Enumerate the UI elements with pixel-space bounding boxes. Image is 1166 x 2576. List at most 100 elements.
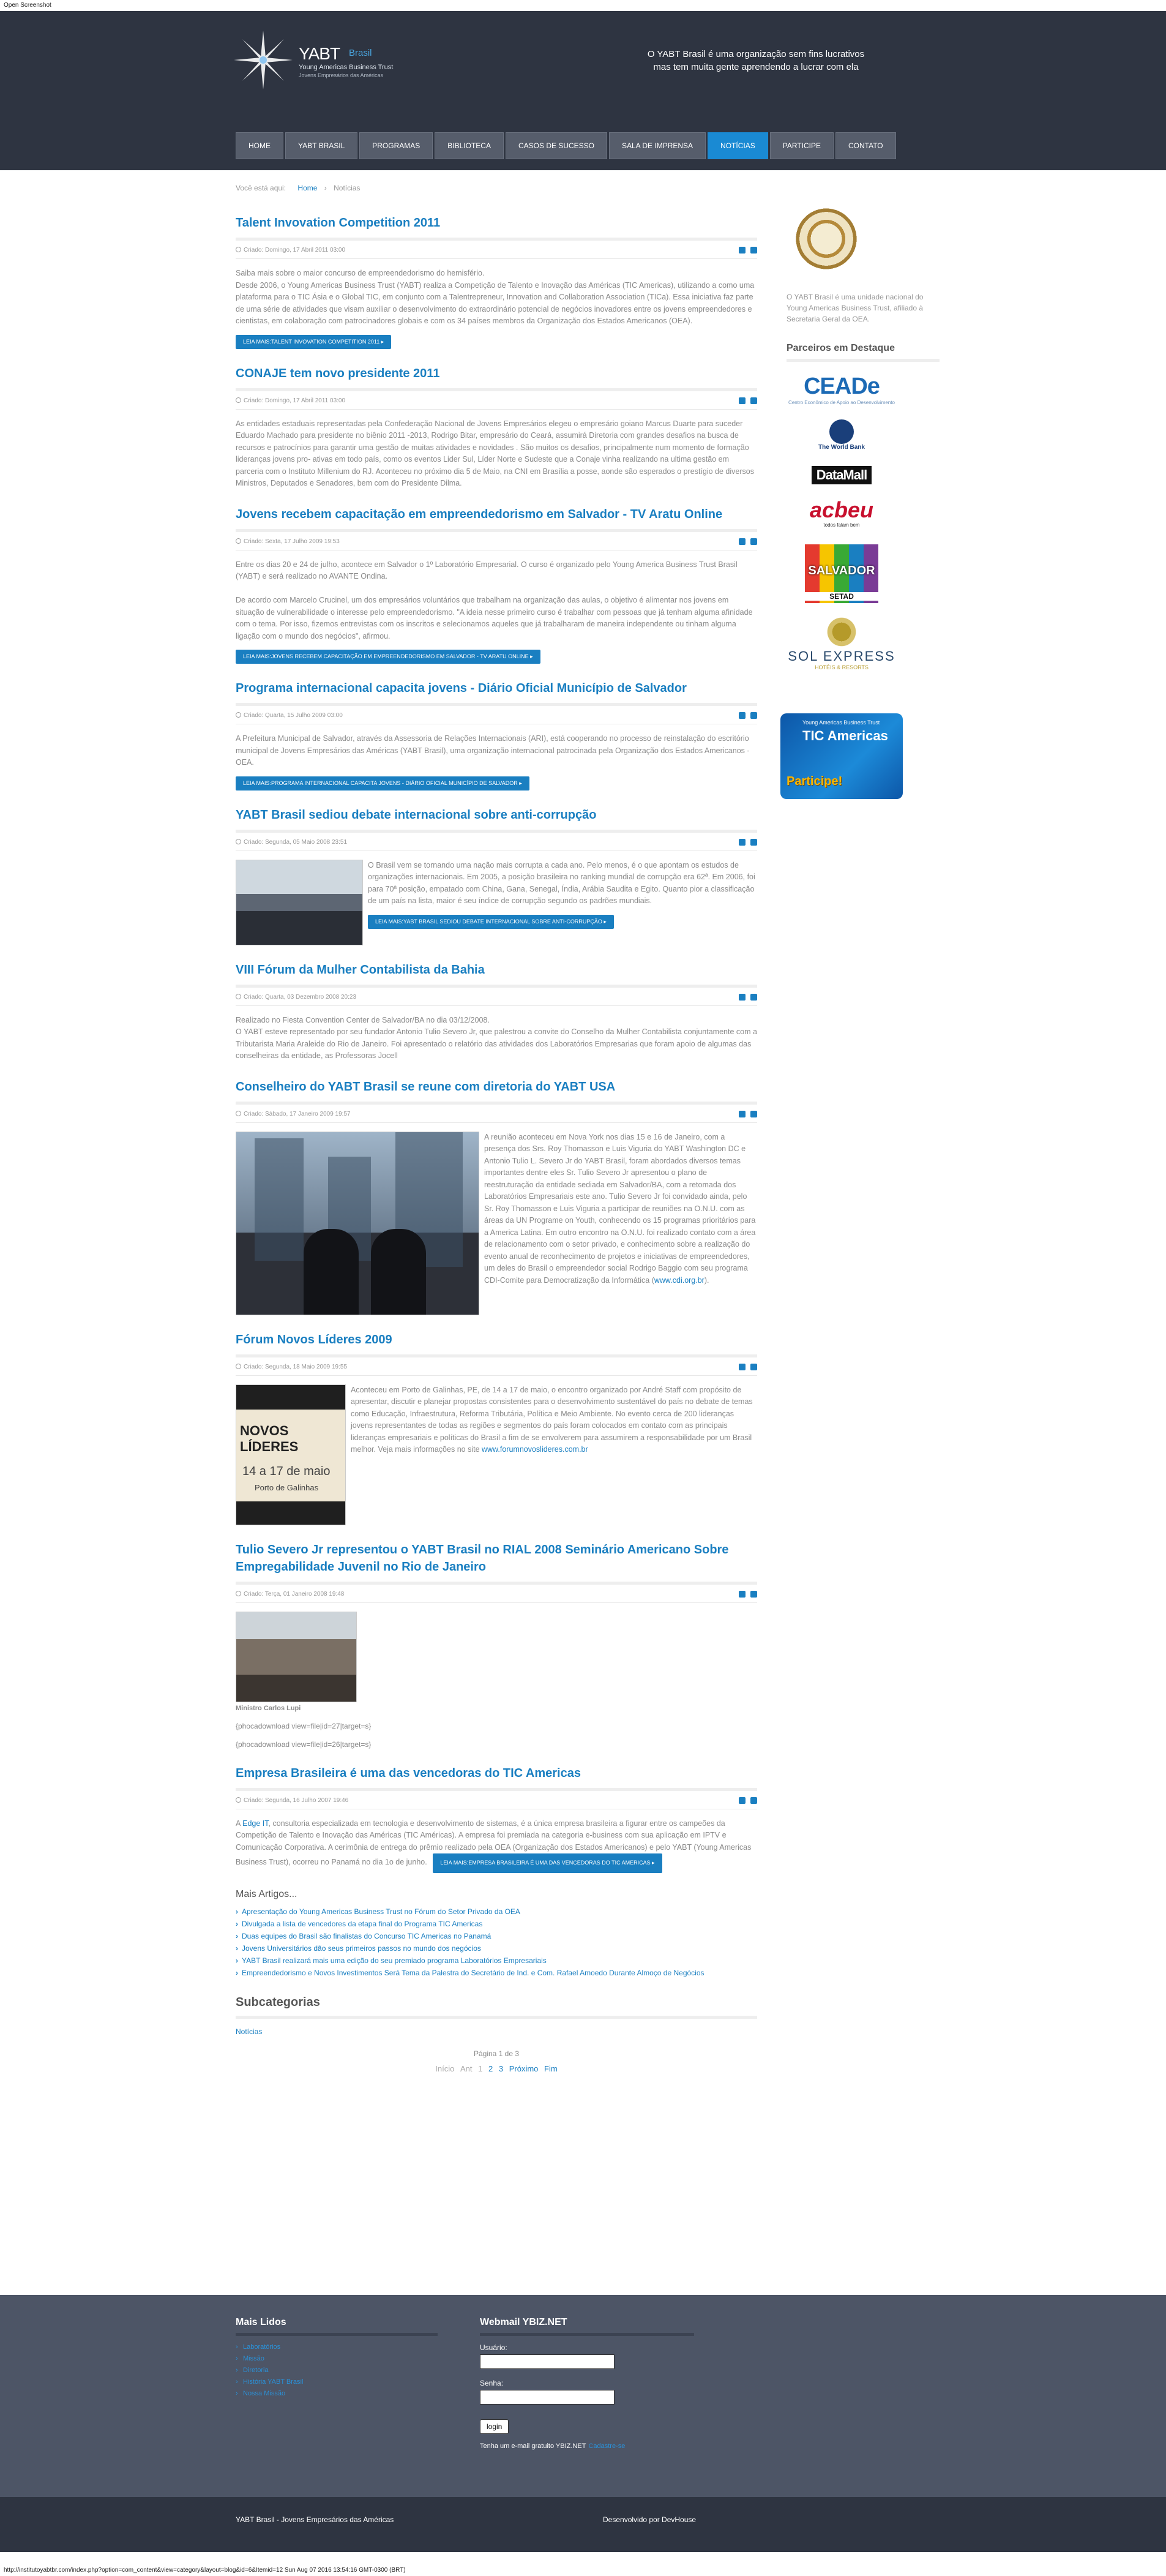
article-photo [236,1131,479,1315]
divider [236,2015,757,2019]
email-icon[interactable] [750,1363,757,1370]
clock-icon [236,397,241,403]
divider [236,703,757,706]
article-title[interactable]: YABT Brasil sediou debate internacional … [236,808,596,822]
article-list: Talent Invovation Competition 2011 Criad… [236,214,757,2073]
print-icon[interactable] [739,1110,746,1117]
clock-icon [236,247,241,252]
more-article-link[interactable]: Jovens Universitários dão seus primeiros… [236,1944,757,1953]
email-icon[interactable] [750,1110,757,1117]
article-body: A Prefeitura Municipal de Salvador, atra… [236,734,750,767]
print-icon[interactable] [739,993,746,1001]
nav-sala-de-imprensa[interactable]: SALA DE IMPRENSA [609,132,706,159]
print-icon[interactable] [739,1590,746,1598]
nav-contato[interactable]: CONTATO [835,132,896,159]
most-read-link[interactable]: Missão [236,2355,438,2362]
username-input[interactable] [480,2354,615,2369]
article: Fórum Novos Líderes 2009 Criado: Segunda… [236,1331,757,1525]
nav-casos-de-sucesso[interactable]: CASOS DE SUCESSO [505,132,607,159]
more-article-link[interactable]: Apresentação do Young Americas Business … [236,1907,757,1916]
article-title[interactable]: Empresa Brasileira é uma das vencedoras … [236,1767,581,1780]
nav-participe[interactable]: PARTICIPE [769,132,834,159]
more-article-link[interactable]: Duas equipes do Brasil são finalistas do… [236,1932,757,1940]
article-title[interactable]: Talent Invovation Competition 2011 [236,216,440,230]
clock-icon [236,993,241,999]
email-icon[interactable] [750,838,757,846]
divider [480,2333,694,2336]
most-read-link[interactable]: Diretoria [236,2367,438,2374]
login-button[interactable]: login [480,2419,509,2434]
sun-icon [825,615,858,648]
email-icon[interactable] [750,247,757,253]
read-more-button[interactable]: LEIA MAIS:EMPRESA BRASILEIRA É UMA DAS V… [433,1853,662,1873]
print-icon[interactable] [739,538,746,545]
nav-home[interactable]: HOME [236,132,283,159]
article-title[interactable]: Programa internacional capacita jovens -… [236,682,687,695]
article: Talent Invovation Competition 2011 Criad… [236,214,757,349]
partner-salvador-logo[interactable]: SALVADOR SETAD [780,544,903,606]
article-title[interactable]: CONAJE tem novo presidente 2011 [236,367,439,380]
partner-sol-express-logo[interactable]: SOL EXPRESS HOTÉIS & RESORTS [780,615,903,683]
page-3[interactable]: 3 [499,2064,503,2073]
email-icon[interactable] [750,993,757,1001]
nav-programas[interactable]: PROGRAMAS [359,132,433,159]
read-more-button[interactable]: LEIA MAIS:PROGRAMA INTERNACIONAL CAPACIT… [236,776,529,790]
more-article-link[interactable]: YABT Brasil realizará mais uma edição do… [236,1956,757,1965]
article-title[interactable]: VIII Fórum da Mulher Contabilista da Bah… [236,963,485,977]
read-more-button[interactable]: LEIA MAIS:YABT BRASIL SEDIOU DEBATE INTE… [368,914,614,929]
page-1: 1 [478,2063,483,2073]
email-icon[interactable] [750,712,757,719]
most-read-link[interactable]: História YABT Brasil [236,2378,438,2386]
footer-credit[interactable]: Desenvolvido por DevHouse [603,2515,696,2524]
partner-acbeu-logo[interactable]: acbeu todos falam bem [780,498,903,535]
article-title[interactable]: Fórum Novos Líderes 2009 [236,1333,392,1346]
print-icon[interactable] [739,838,746,846]
password-input[interactable] [480,2390,615,2405]
article-title[interactable]: Jovens recebem capacitação em empreended… [236,508,722,521]
print-icon[interactable] [739,1363,746,1370]
nav-biblioteca[interactable]: BIBLIOTECA [435,132,504,159]
nav-noticias[interactable]: NOTÍCIAS [708,132,768,159]
partner-world-bank-logo[interactable]: The World Bank [780,419,903,456]
article-link[interactable]: Edge IT [242,1819,268,1828]
oea-emblem-icon[interactable] [796,208,857,269]
more-article-link[interactable]: Empreendedorismo e Novos Investimentos S… [236,1969,757,1977]
page-2[interactable]: 2 [488,2064,493,2073]
partner-ceade-logo[interactable]: CEADe Centro Econômico de Apoio ao Desen… [780,373,903,410]
nav-yabt-brasil[interactable]: YABT BRASIL [285,132,358,159]
article-date: Criado: Domingo, 17 Abril 2011 03:00 [244,247,346,253]
partner-datamall-logo[interactable]: DataMall [780,466,903,488]
read-more-button[interactable]: LEIA MAIS:JOVENS RECEBEM CAPACITAÇÃO EM … [236,650,540,664]
site-logo[interactable]: YABT Brasil Young Americas Business Trus… [233,29,410,91]
print-icon[interactable] [739,247,746,253]
page-next[interactable]: Próximo [509,2064,539,2073]
signup-link[interactable]: Cadastre-se [588,2443,625,2450]
divider [236,238,757,241]
email-icon[interactable] [750,538,757,545]
email-icon[interactable] [750,1797,757,1804]
article-title[interactable]: Conselheiro do YABT Brasil se reune com … [236,1080,615,1094]
page-first: Início [435,2063,455,2073]
clock-icon [236,1590,241,1596]
divider [787,359,940,362]
page-last[interactable]: Fim [544,2064,558,2073]
article-date: Criado: Sábado, 17 Janeiro 2009 19:57 [244,1110,351,1117]
more-article-link[interactable]: Divulgada a lista de vencedores da etapa… [236,1920,757,1928]
most-read-link[interactable]: Nossa Missão [236,2390,438,2397]
pagination: Início Ant 1 2 3 Próximo Fim [236,2064,757,2073]
print-icon[interactable] [739,712,746,719]
email-icon[interactable] [750,397,757,404]
print-icon[interactable] [739,1797,746,1804]
subcategory-link[interactable]: Notícias [236,2027,262,2036]
article-title[interactable]: Tulio Severo Jr representou o YABT Brasi… [236,1543,728,1574]
breadcrumb-home[interactable]: Home [297,184,317,192]
status-url: http://institutoyabtbr.com/index.php?opt… [4,2567,406,2574]
read-more-button[interactable]: LEIA MAIS:TALENT INVOVATION COMPETITION … [236,334,392,349]
print-icon[interactable] [739,397,746,404]
article-link[interactable]: www.cdi.org.br [654,1276,704,1285]
article-photo [236,1611,357,1702]
email-icon[interactable] [750,1590,757,1598]
most-read-link[interactable]: Laboratórios [236,2343,438,2351]
article-link[interactable]: www.forumnovoslideres.com.br [482,1445,588,1454]
tic-americas-banner[interactable]: Young Americas Business Trust TIC Americ… [780,713,903,799]
